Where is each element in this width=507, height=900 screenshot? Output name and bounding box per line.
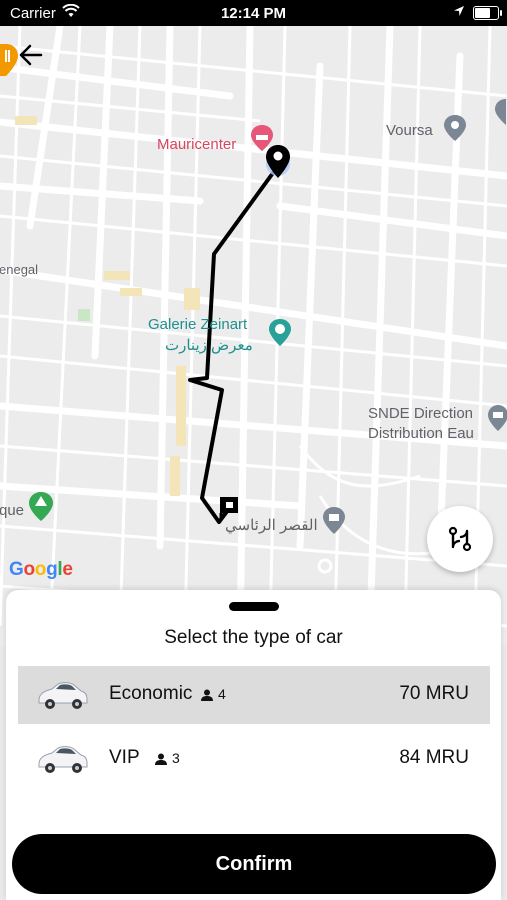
poi-label-voursa: Voursa (386, 122, 433, 139)
poi-label-galerie: Galerie Zeinart (148, 316, 248, 333)
car-price: 84 MRU (399, 747, 469, 768)
battery-icon (473, 6, 502, 20)
poi-label-galerie-arabic: معرض زينارت (165, 337, 253, 354)
person-icon (201, 689, 213, 701)
poi-label-que: que (0, 502, 25, 519)
person-icon (155, 753, 167, 765)
passenger-capacity: 3 (155, 750, 180, 766)
poi-label-snde-1: SNDE Direction (368, 405, 474, 422)
street-label-senegal: enegal (0, 262, 39, 277)
destination-marker-icon (219, 497, 238, 519)
gallery-pin-icon (269, 319, 291, 346)
car-economic-icon (38, 682, 88, 709)
status-bar: Carrier 12:14 PM (0, 0, 507, 26)
route-toggle-button[interactable] (427, 506, 493, 572)
place-pin-icon (495, 99, 506, 125)
place-pin-icon (444, 115, 466, 141)
car-price: 70 MRU (399, 683, 469, 704)
route-icon (448, 526, 472, 552)
passenger-count: 3 (172, 750, 180, 766)
park-pin-icon (29, 492, 53, 521)
passenger-count: 4 (218, 686, 226, 702)
google-logo: Google (9, 559, 73, 580)
poi-label-mauricenter: Mauricenter (157, 136, 237, 153)
landmark-pin-icon (323, 507, 345, 534)
poi-label-snde-2: Distribution Eau (368, 425, 474, 442)
clock-time: 12:14 PM (220, 5, 287, 22)
car-name: Economic (109, 683, 193, 704)
pickup-pin-icon (266, 145, 290, 178)
back-button[interactable] (15, 40, 49, 70)
passenger-capacity: 4 (201, 686, 226, 702)
location-arrow-icon (454, 6, 464, 16)
car-option-vip[interactable]: VIP 3 84 MRU (18, 730, 490, 788)
back-arrow-icon (19, 44, 43, 66)
car-name: VIP (109, 747, 140, 768)
confirm-button[interactable]: Confirm (12, 834, 496, 894)
sheet-grabber[interactable] (229, 602, 279, 611)
car-vip-icon (38, 746, 88, 773)
sheet-title: Select the type of car (164, 627, 343, 648)
car-option-economic[interactable]: Economic 4 70 MRU (18, 666, 490, 724)
building-pin-icon (488, 405, 507, 431)
